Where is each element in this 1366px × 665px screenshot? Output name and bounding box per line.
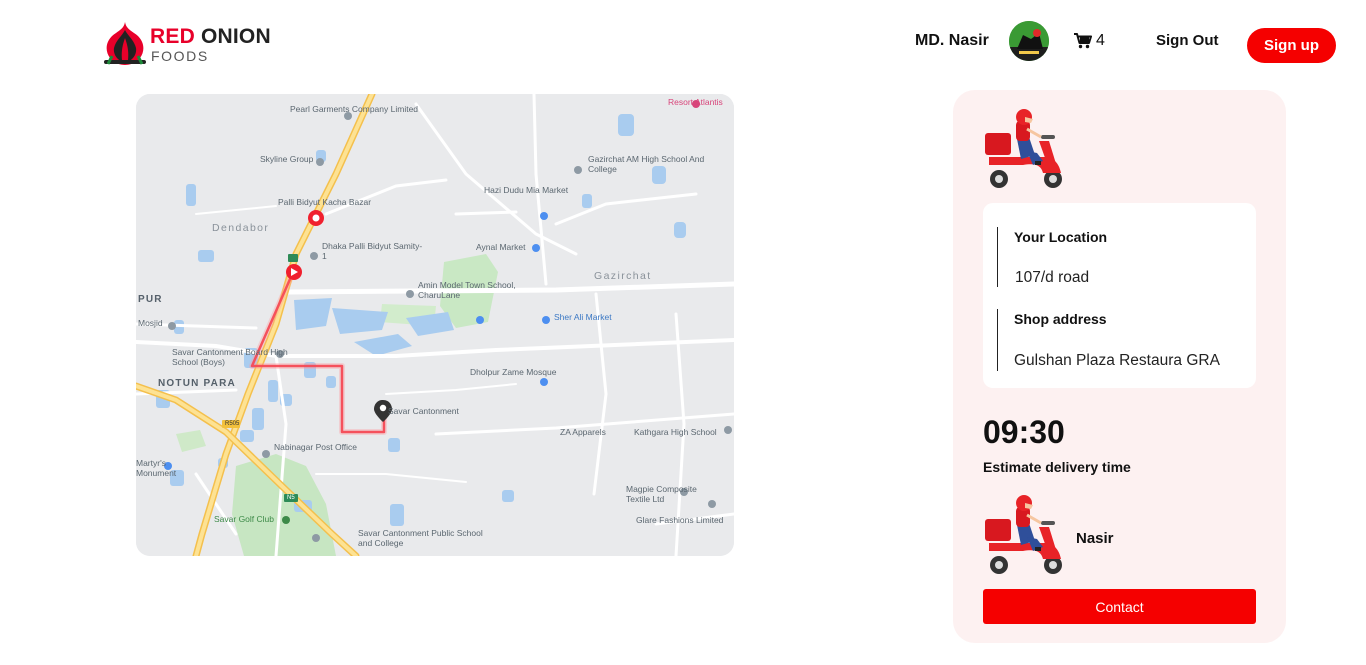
rider-scooter-icon <box>983 493 1067 575</box>
map-label: Gazirchat <box>594 270 652 282</box>
map-label: Mosjid <box>138 318 163 328</box>
avatar[interactable] <box>1009 21 1049 61</box>
map-label: Magpie Composite Textile Ltd <box>626 484 697 504</box>
map-label: Glare Fashions Limited <box>636 515 724 525</box>
map-label: NOTUN PARA <box>158 378 236 389</box>
map-label: Sher Ali Market <box>554 312 612 322</box>
map-label: R505 <box>225 421 240 427</box>
map-label: Pearl Garments Company Limited <box>290 104 419 114</box>
map-label: N5 <box>287 495 295 501</box>
rider-name: Nasir <box>1076 530 1114 547</box>
cart[interactable]: 4 <box>1074 32 1105 50</box>
map-label: Savar Cantonment Board High School (Boys… <box>172 347 288 367</box>
map-label: Savar Cantonment Public School and Colle… <box>358 528 483 548</box>
user-name: MD. Nasir <box>915 32 989 49</box>
brand-tagline: FOODS <box>151 48 209 64</box>
map-label: Dhaka Palli Bidyut Samity-1 <box>322 241 423 261</box>
map-label: Martyr's Monument <box>136 458 177 478</box>
your-location-label: Your Location <box>1014 229 1108 245</box>
your-location-value: 107/d road <box>1015 269 1090 286</box>
sign-out-button[interactable]: Sign Out <box>1156 32 1219 49</box>
map-label: Resort Atlantis <box>668 97 723 107</box>
map-label: Gazirchat AM High School And College <box>588 154 705 174</box>
divider <box>997 309 998 371</box>
sign-up-button[interactable]: Sign up <box>1247 28 1336 63</box>
map-label: Skyline Group <box>260 154 314 164</box>
map-label: Dholpur Zame Mosque <box>470 367 557 377</box>
map-label: Dendabor <box>212 222 270 234</box>
map-label: PUR <box>138 294 163 305</box>
shop-address-value: Gulshan Plaza Restaura GRA <box>1014 352 1220 369</box>
map-label: Aynal Market <box>476 242 526 252</box>
map-label: Hazi Dudu Mia Market <box>484 185 569 195</box>
shop-address-label: Shop address <box>1014 311 1107 327</box>
contact-button[interactable]: Contact <box>983 589 1256 624</box>
delivery-time: 09:30 <box>983 414 1065 450</box>
scooter-icon <box>983 107 1067 189</box>
divider <box>997 227 998 287</box>
map-label: Savar Cantonment <box>388 406 459 416</box>
route-map[interactable]: Pearl Garments Company Limited Skyline G… <box>136 94 734 556</box>
map-label: ZA Apparels <box>560 427 606 437</box>
delivery-time-label: Estimate delivery time <box>983 459 1131 475</box>
map-label: Nabinagar Post Office <box>274 442 357 452</box>
map-label: Savar Golf Club <box>214 514 274 524</box>
brand-name-primary: RED <box>150 25 195 48</box>
map-label: Amin Model Town School, CharuLane <box>418 280 516 300</box>
cart-count: 4 <box>1096 32 1105 49</box>
brand-name: RED ONION <box>150 25 271 49</box>
cart-icon <box>1074 33 1092 49</box>
map-label: Palli Bidyut Kacha Bazar <box>278 197 372 207</box>
map-label: Kathgara High School <box>634 427 717 437</box>
avatar-image <box>1009 21 1049 61</box>
brand-name-secondary: ONION <box>201 25 271 48</box>
onion-logo-icon <box>104 22 146 65</box>
